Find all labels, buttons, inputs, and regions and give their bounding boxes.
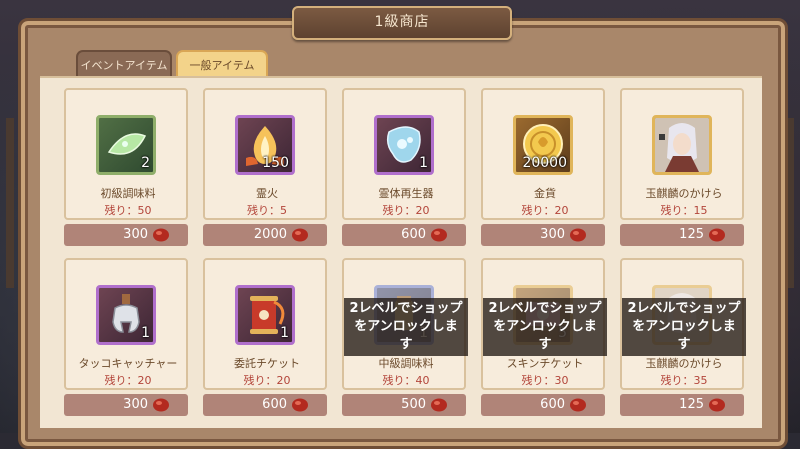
- card-body: 20000 金貨 残り：20: [481, 88, 605, 220]
- item-price: 500: [401, 397, 426, 412]
- price-button[interactable]: 600: [342, 224, 466, 246]
- item-name: 玉麒麟のかけら: [645, 357, 723, 370]
- shop-item-card[interactable]: 1 霊体再生器 残り：20 600: [342, 88, 466, 248]
- card-body: 2レベルでショップをアンロックします 玉麒麟のかけら 残り：35: [620, 258, 746, 390]
- red-gem-icon: [570, 228, 586, 242]
- price-button[interactable]: 500: [342, 394, 466, 416]
- item-price: 125: [679, 397, 704, 412]
- price-button[interactable]: 300: [64, 394, 188, 416]
- item-remaining: 残り：20: [104, 374, 152, 387]
- item-quantity: 2: [141, 155, 150, 171]
- card-body: 1 霊体再生器 残り：20: [342, 88, 466, 220]
- card-body: 玉麒麟のかけら 残り：15: [620, 88, 744, 220]
- item-remaining: 残り：30: [521, 374, 569, 387]
- price-button[interactable]: 2000: [203, 224, 327, 246]
- shop-item-card[interactable]: 20000 金貨 残り：20 300: [481, 88, 605, 248]
- card-body: 1 委託チケット 残り：20: [203, 258, 327, 390]
- price-button[interactable]: 125: [620, 224, 744, 246]
- shop-item-card[interactable]: 1 委託チケット 残り：20 600: [203, 258, 327, 418]
- card-body: 1 2レベルでショップをアンロックします 中級調味料 残り：40: [342, 258, 468, 390]
- price-button[interactable]: 300: [64, 224, 188, 246]
- shop-item-card[interactable]: 2 初級調味料 残り：50 300: [64, 88, 188, 248]
- shop-item-card-locked[interactable]: 1 2レベルでショップをアンロックします 中級調味料 残り：40 500: [342, 258, 468, 418]
- item-remaining: 残り：40: [382, 374, 430, 387]
- lamp-post-left: [6, 118, 14, 288]
- red-gem-icon: [431, 398, 447, 412]
- item-price: 2000: [253, 227, 287, 242]
- item-remaining: 残り：15: [660, 204, 708, 217]
- red-gem-icon: [292, 228, 308, 242]
- gold-coin-icon: 20000: [513, 115, 573, 175]
- item-name: タッコキャッチャー: [78, 357, 178, 370]
- green-leaf-icon: 2: [96, 115, 156, 175]
- item-price: 300: [123, 397, 148, 412]
- item-name: スキンチケット: [506, 357, 584, 370]
- item-price: 125: [679, 227, 704, 242]
- item-name: 玉麒麟のかけら: [645, 187, 723, 200]
- item-remaining: 残り：20: [521, 204, 569, 217]
- lock-message: 2レベルでショップをアンロックします: [344, 298, 468, 356]
- shop-title: 1級商店: [292, 6, 512, 40]
- item-name: 初級調味料: [100, 187, 156, 200]
- red-gem-icon: [153, 398, 169, 412]
- scroll-ticket-icon: 1: [235, 285, 295, 345]
- shop-item-card[interactable]: 玉麒麟のかけら 残り：15 125: [620, 88, 744, 248]
- red-gem-icon: [709, 398, 725, 412]
- item-name: 中級調味料: [378, 357, 434, 370]
- red-gem-icon: [431, 228, 447, 242]
- price-button[interactable]: 300: [481, 224, 605, 246]
- red-gem-icon: [292, 398, 308, 412]
- item-price: 600: [262, 397, 287, 412]
- item-name: 委託チケット: [234, 357, 300, 370]
- item-quantity: 1: [419, 155, 428, 171]
- card-body: 2 初級調味料 残り：50: [64, 88, 188, 220]
- lock-message: 2レベルでショップをアンロックします: [483, 298, 607, 356]
- card-body: 1 タッコキャッチャー 残り：20: [64, 258, 188, 390]
- price-button[interactable]: 600: [481, 394, 605, 416]
- item-remaining: 残り：50: [104, 204, 152, 217]
- item-remaining: 残り：5: [247, 204, 287, 217]
- card-body: 150 霊火 残り：5: [203, 88, 327, 220]
- claw-catcher-icon: 1: [96, 285, 156, 345]
- character-portrait-icon: [652, 115, 712, 175]
- blue-spirit-icon: 1: [374, 115, 434, 175]
- price-button[interactable]: 125: [620, 394, 744, 416]
- flame-bulb-icon: 150: [235, 115, 295, 175]
- shop-item-card-locked[interactable]: 2レベルでショップをアンロックします 玉麒麟のかけら 残り：35 125: [620, 258, 746, 418]
- red-gem-icon: [709, 228, 725, 242]
- item-name: 金貨: [534, 187, 556, 200]
- item-name: 霊火: [256, 187, 278, 200]
- item-quantity: 20000: [522, 155, 567, 171]
- item-quantity: 150: [262, 155, 289, 171]
- item-quantity: 1: [141, 325, 150, 341]
- item-remaining: 残り：20: [382, 204, 430, 217]
- lock-message: 2レベルでショップをアンロックします: [622, 298, 746, 356]
- card-body: 5 2レベルでショップをアンロックします スキンチケット 残り：30: [481, 258, 607, 390]
- item-quantity: 1: [280, 325, 289, 341]
- item-price: 600: [540, 397, 565, 412]
- item-remaining: 残り：20: [243, 374, 291, 387]
- item-name: 霊体再生器: [378, 187, 434, 200]
- shop-item-card[interactable]: 150 霊火 残り：5 2000: [203, 88, 327, 248]
- shop-item-card-locked[interactable]: 5 2レベルでショップをアンロックします スキンチケット 残り：30 600: [481, 258, 607, 418]
- price-button[interactable]: 600: [203, 394, 327, 416]
- red-gem-icon: [153, 228, 169, 242]
- item-price: 300: [540, 227, 565, 242]
- red-gem-icon: [570, 398, 586, 412]
- item-price: 300: [123, 227, 148, 242]
- shop-item-card[interactable]: 1 タッコキャッチャー 残り：20 300: [64, 258, 188, 418]
- item-remaining: 残り：35: [660, 374, 708, 387]
- item-price: 600: [401, 227, 426, 242]
